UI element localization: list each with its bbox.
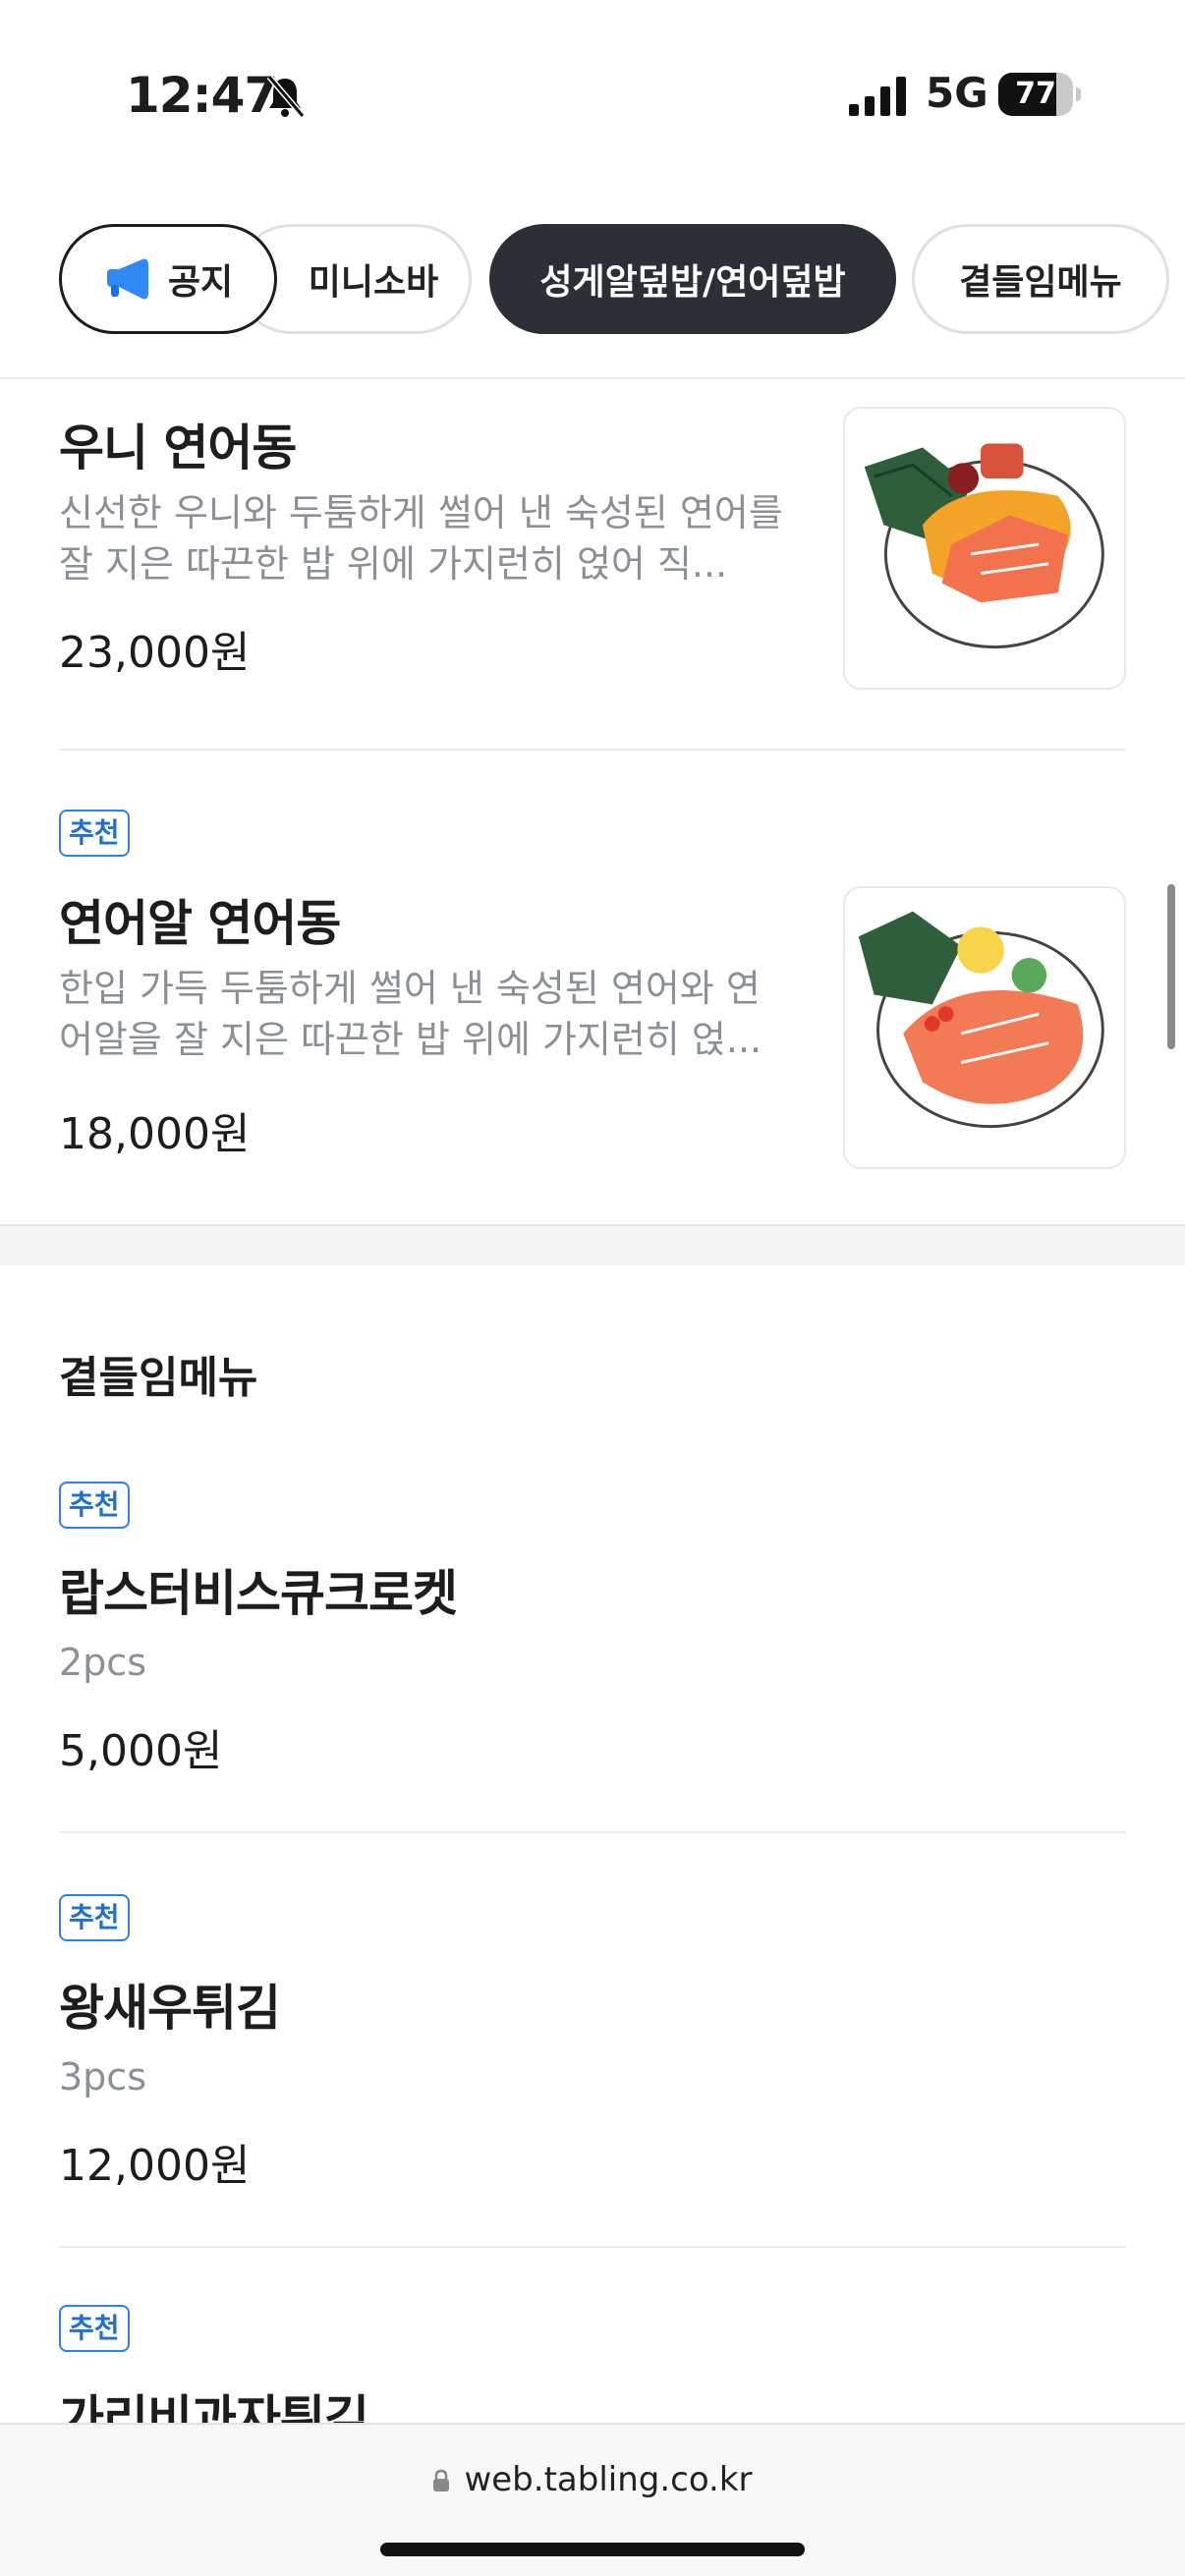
network-type: 5G — [926, 69, 988, 117]
menu-item-price: 23,000원 — [59, 628, 251, 678]
tab-side-menu[interactable]: 곁들임메뉴 — [912, 224, 1169, 334]
lock-icon — [433, 2469, 450, 2492]
item-separator — [59, 2246, 1126, 2248]
menu-item-image — [843, 886, 1126, 1169]
menu-item-price: 12,000원 — [59, 2141, 251, 2191]
megaphone-icon — [106, 258, 148, 300]
battery-icon: 77 — [998, 73, 1081, 116]
recommend-badge: 추천 — [59, 1482, 130, 1529]
tab-uni-salmon-bowl[interactable]: 성게알덮밥/연어덮밥 — [489, 224, 896, 334]
page: 12:47 5G 77 미니소바 공지 성게알덮밥/연어덮밥 곁들임메뉴 우니 … — [0, 0, 1185, 2576]
menu-item-name: 연어알 연어동 — [59, 895, 341, 952]
menu-item-quantity: 3pcs — [59, 2055, 146, 2099]
silent-bell-icon — [266, 75, 306, 118]
scrollbar[interactable] — [1167, 884, 1175, 1049]
tab-notice[interactable]: 공지 — [59, 224, 277, 334]
recommend-badge: 추천 — [59, 810, 130, 857]
menu-item[interactable]: 추천 가리비과자튀김 — [0, 2305, 1185, 2447]
menu-item-price: 18,000원 — [59, 1109, 251, 1159]
menu-item-description: 한입 가득 두툼하게 썰어 낸 숙성된 연어와 연어알을 잘 지은 따끈한 밥 … — [59, 967, 762, 1061]
status-time: 12:47 — [126, 67, 278, 124]
battery-percent: 77 — [1015, 77, 1056, 111]
menu-item-name: 우니 연어동 — [59, 420, 297, 476]
menu-item-name: 왕새우튀김 — [59, 1980, 281, 2037]
menu-item[interactable]: 추천 랍스터비스큐크로켓 2pcs 5,000원 — [0, 1476, 1185, 1833]
menu-item-price: 5,000원 — [59, 1726, 223, 1776]
address-bar[interactable]: web.tabling.co.kr — [0, 2460, 1185, 2499]
menu-item[interactable]: 우니 연어동 신선한 우니와 두툼하게 썰어 낸 숙성된 연어를 잘 지은 따끈… — [0, 379, 1185, 751]
section-title: 곁들임메뉴 — [59, 1353, 258, 1403]
browser-bottom-bar: web.tabling.co.kr — [0, 2423, 1185, 2576]
menu-item-quantity: 2pcs — [59, 1641, 146, 1684]
menu-item-name: 랍스터비스큐크로켓 — [59, 1565, 458, 1622]
recommend-badge: 추천 — [59, 1894, 130, 1941]
recommend-badge: 추천 — [59, 2305, 130, 2352]
home-indicator[interactable] — [380, 2543, 805, 2556]
category-tabs: 미니소바 공지 성게알덮밥/연어덮밥 곁들임메뉴 — [0, 193, 1185, 379]
url-text: web.tabling.co.kr — [464, 2460, 753, 2499]
menu-item[interactable]: 추천 왕새우튀김 3pcs 12,000원 — [0, 1890, 1185, 2248]
cellular-signal-icon — [849, 77, 906, 116]
item-separator — [59, 1831, 1126, 1833]
menu-item[interactable]: 추천 연어알 연어동 한입 가득 두툼하게 썰어 낸 숙성된 연어와 연어알을 … — [0, 751, 1185, 1222]
section-gap — [0, 1224, 1185, 1265]
menu-item-image — [843, 407, 1126, 690]
menu-item-description: 신선한 우니와 두툼하게 썰어 낸 숙성된 연어를 잘 지은 따끈한 밥 위에 … — [59, 491, 783, 586]
status-bar: 12:47 5G 77 — [0, 0, 1185, 192]
